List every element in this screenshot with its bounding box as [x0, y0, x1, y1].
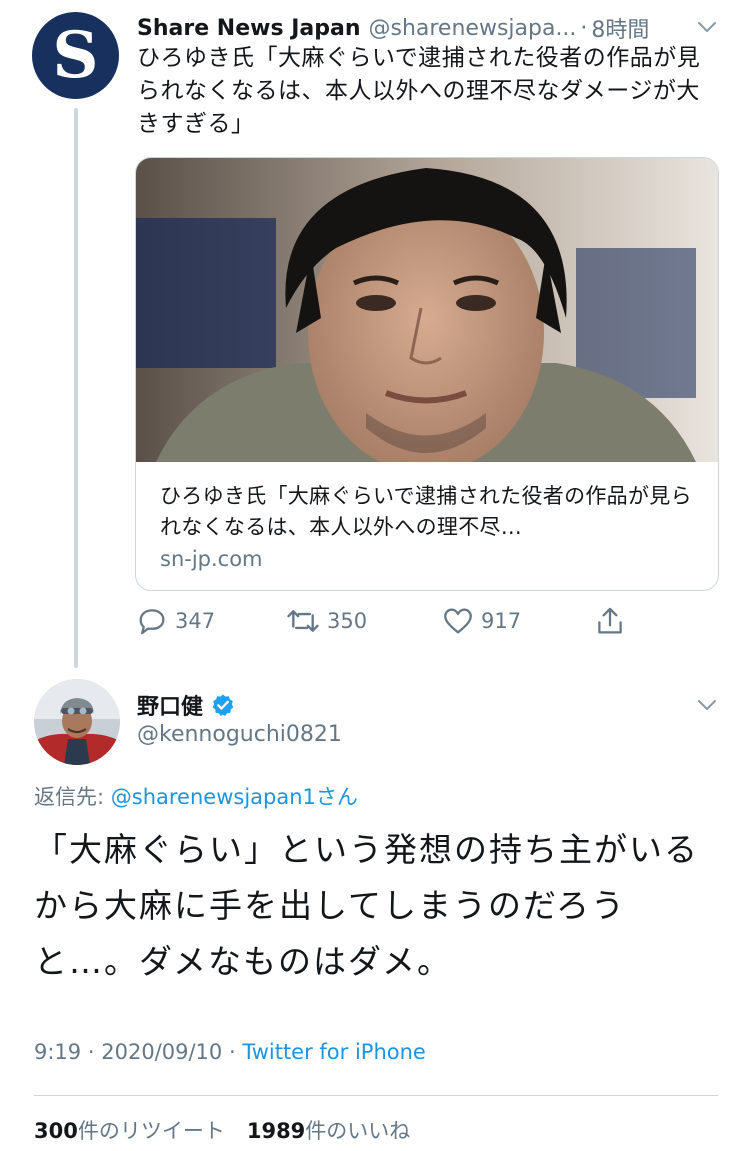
- retweet-count: 350: [327, 609, 368, 633]
- divider: [34, 1095, 718, 1096]
- meta-separator: ·: [228, 1040, 236, 1064]
- retweet-icon: [287, 610, 319, 632]
- verified-badge-icon: [212, 694, 234, 716]
- tweet-time[interactable]: 9:19: [34, 1040, 81, 1064]
- retweet-button[interactable]: 350: [285, 601, 367, 641]
- retweet-stat[interactable]: 300件のリツイート: [34, 1115, 225, 1145]
- like-stat-label: 件のいいね: [305, 1119, 411, 1143]
- reply-icon: [139, 609, 165, 635]
- reply-suffix: さん: [315, 785, 358, 809]
- tweet-time[interactable]: 8時間: [591, 12, 649, 44]
- tweet-stats: 300件のリツイート 1989件のいいね: [34, 1115, 410, 1145]
- reply-handle-link[interactable]: @sharenewsjapan1: [111, 785, 316, 809]
- author-handle[interactable]: @sharenewsjapa...: [368, 16, 576, 41]
- tweet-meta: 9:19 · 2020/09/10 · Twitter for iPhone: [34, 1040, 426, 1064]
- retweet-total: 300: [34, 1119, 78, 1143]
- reply-button[interactable]: 347: [135, 601, 215, 641]
- author-name[interactable]: Share News Japan: [137, 16, 360, 41]
- chevron-down-icon[interactable]: [692, 12, 722, 42]
- reply-label: 返信先:: [34, 785, 105, 809]
- card-image: [136, 158, 718, 462]
- tweet-source-link[interactable]: Twitter for iPhone: [242, 1040, 426, 1064]
- avatar-logo-letter: S: [52, 17, 99, 93]
- reply-context: 返信先: @sharenewsjapan1さん: [34, 781, 358, 811]
- retweet-stat-label: 件のリツイート: [77, 1119, 225, 1143]
- separator: ·: [580, 15, 588, 41]
- author-handle[interactable]: @kennoguchi0821: [137, 722, 342, 747]
- like-stat[interactable]: 1989件のいいね: [247, 1115, 410, 1145]
- reply-count: 347: [175, 609, 216, 633]
- tweet-text: ひろゆき氏「大麻ぐらいで逮捕された役者の作品が見られなくなるは、本人以外への理不…: [137, 45, 701, 137]
- author-name-row: 野口健: [137, 689, 235, 721]
- share-icon: [598, 607, 622, 634]
- link-card[interactable]: ひろゆき氏「大麻ぐらいで逮捕された役者の作品が見られなくなるは、本人以外への理不…: [135, 157, 719, 591]
- card-title: ひろゆき氏「大麻ぐらいで逮捕された役者の作品が見られなくなるは、本人以外への理不…: [160, 484, 692, 539]
- like-button[interactable]: 917: [441, 601, 521, 641]
- share-button[interactable]: [593, 601, 633, 641]
- chevron-down-icon[interactable]: [692, 690, 722, 720]
- author-avatar[interactable]: [34, 679, 120, 765]
- tweet-actions: 347 350 917: [135, 601, 717, 641]
- card-domain: sn-jp.com: [160, 547, 263, 571]
- meta-separator: ·: [87, 1040, 95, 1064]
- like-count: 917: [481, 609, 522, 633]
- author-name[interactable]: 野口健: [137, 689, 203, 721]
- author-avatar[interactable]: S: [32, 12, 119, 99]
- tweet-date[interactable]: 2020/09/10: [101, 1040, 222, 1064]
- tweet-header: Share News Japan @sharenewsjapa... · 8時間: [137, 12, 717, 44]
- tweet-text: 「大麻ぐらい」という発想の持ち主がいるから大麻に手を出してしまうのだろうと…。ダ…: [34, 830, 699, 981]
- like-total: 1989: [246, 1119, 306, 1143]
- like-icon: [444, 608, 472, 634]
- thread-line: [74, 108, 78, 668]
